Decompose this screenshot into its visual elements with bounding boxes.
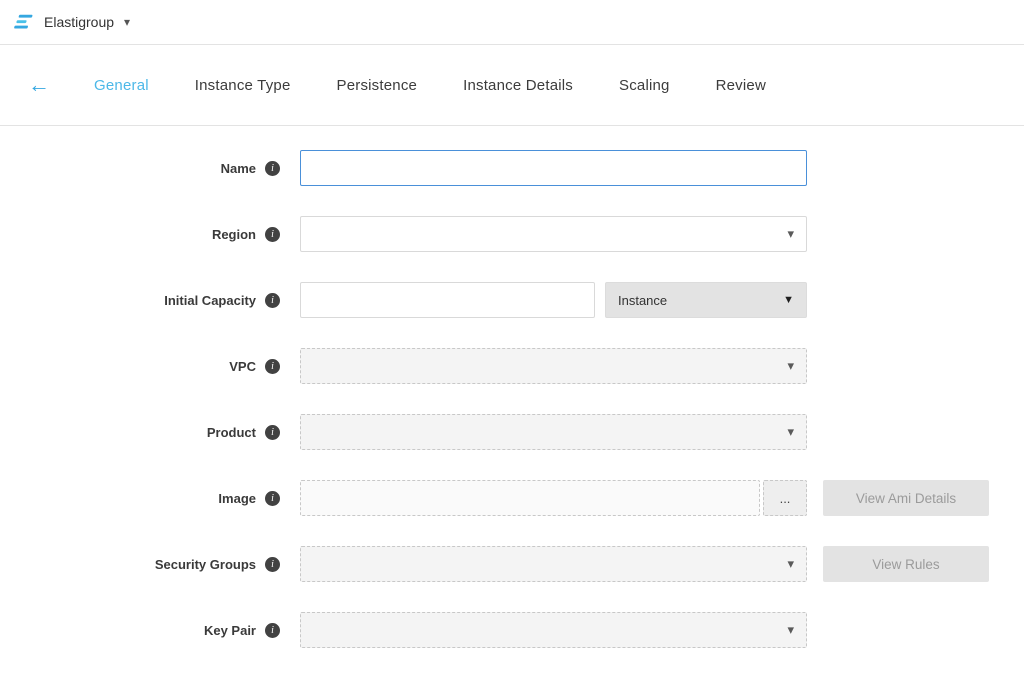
form-row-key-pair: Key Pair i ▾ (0, 612, 1024, 648)
info-icon[interactable]: i (265, 491, 280, 506)
chevron-down-icon: ▾ (787, 358, 794, 374)
image-input (300, 480, 760, 516)
key-pair-label: Key Pair (204, 623, 256, 638)
tab-persistence[interactable]: Persistence (337, 77, 418, 94)
chevron-down-icon: ▾ (787, 424, 794, 440)
product-select: ▾ (300, 414, 807, 450)
form-row-name: Name i (0, 150, 1024, 186)
tab-instance-details[interactable]: Instance Details (463, 77, 573, 94)
app-switcher[interactable]: Elastigroup ▾ (14, 13, 130, 31)
elastigroup-logo-icon (14, 13, 36, 31)
info-icon[interactable]: i (265, 161, 280, 176)
info-icon[interactable]: i (265, 557, 280, 572)
form-row-region: Region i ▾ (0, 216, 1024, 252)
security-groups-select: ▾ (300, 546, 807, 582)
general-form: Name i Region i ▾ Initial Capacity i Ins (0, 126, 1024, 648)
app-name: Elastigroup (44, 14, 114, 30)
product-label: Product (207, 425, 256, 440)
chevron-down-icon: ▾ (787, 622, 794, 638)
image-browse-button[interactable]: ... (763, 480, 807, 516)
info-icon[interactable]: i (265, 227, 280, 242)
key-pair-select: ▾ (300, 612, 807, 648)
region-label: Region (212, 227, 256, 242)
form-row-product: Product i ▾ (0, 414, 1024, 450)
view-ami-details-button[interactable]: View Ami Details (823, 480, 989, 516)
form-row-initial-capacity: Initial Capacity i Instance ▼ (0, 282, 1024, 318)
wizard-tabs: General Instance Type Persistence Instan… (94, 77, 812, 94)
vpc-select: ▾ (300, 348, 807, 384)
tab-review[interactable]: Review (716, 77, 766, 94)
caret-down-icon: ▼ (783, 294, 794, 306)
vpc-label: VPC (229, 359, 256, 374)
form-row-image: Image i ... View Ami Details (0, 480, 1024, 516)
name-label: Name (221, 161, 256, 176)
region-select[interactable]: ▾ (300, 216, 807, 252)
info-icon[interactable]: i (265, 359, 280, 374)
name-input[interactable] (300, 150, 807, 186)
info-icon[interactable]: i (265, 623, 280, 638)
image-label: Image (218, 491, 256, 506)
chevron-down-icon: ▾ (787, 556, 794, 572)
top-bar: Elastigroup ▾ (0, 0, 1024, 45)
wizard-tab-bar: ← General Instance Type Persistence Inst… (0, 45, 1024, 126)
form-row-vpc: VPC i ▾ (0, 348, 1024, 384)
initial-capacity-label: Initial Capacity (164, 293, 256, 308)
security-groups-label: Security Groups (155, 557, 256, 572)
chevron-down-icon: ▾ (787, 226, 794, 242)
app-caret-icon: ▾ (124, 15, 130, 29)
form-row-security-groups: Security Groups i ▾ View Rules (0, 546, 1024, 582)
capacity-unit-select[interactable]: Instance ▼ (605, 282, 807, 318)
info-icon[interactable]: i (265, 425, 280, 440)
view-rules-button[interactable]: View Rules (823, 546, 989, 582)
tab-instance-type[interactable]: Instance Type (195, 77, 291, 94)
tab-general[interactable]: General (94, 77, 149, 94)
info-icon[interactable]: i (265, 293, 280, 308)
tab-scaling[interactable]: Scaling (619, 77, 670, 94)
back-button[interactable]: ← (22, 70, 56, 100)
initial-capacity-input[interactable] (300, 282, 595, 318)
capacity-unit-value: Instance (618, 293, 667, 308)
